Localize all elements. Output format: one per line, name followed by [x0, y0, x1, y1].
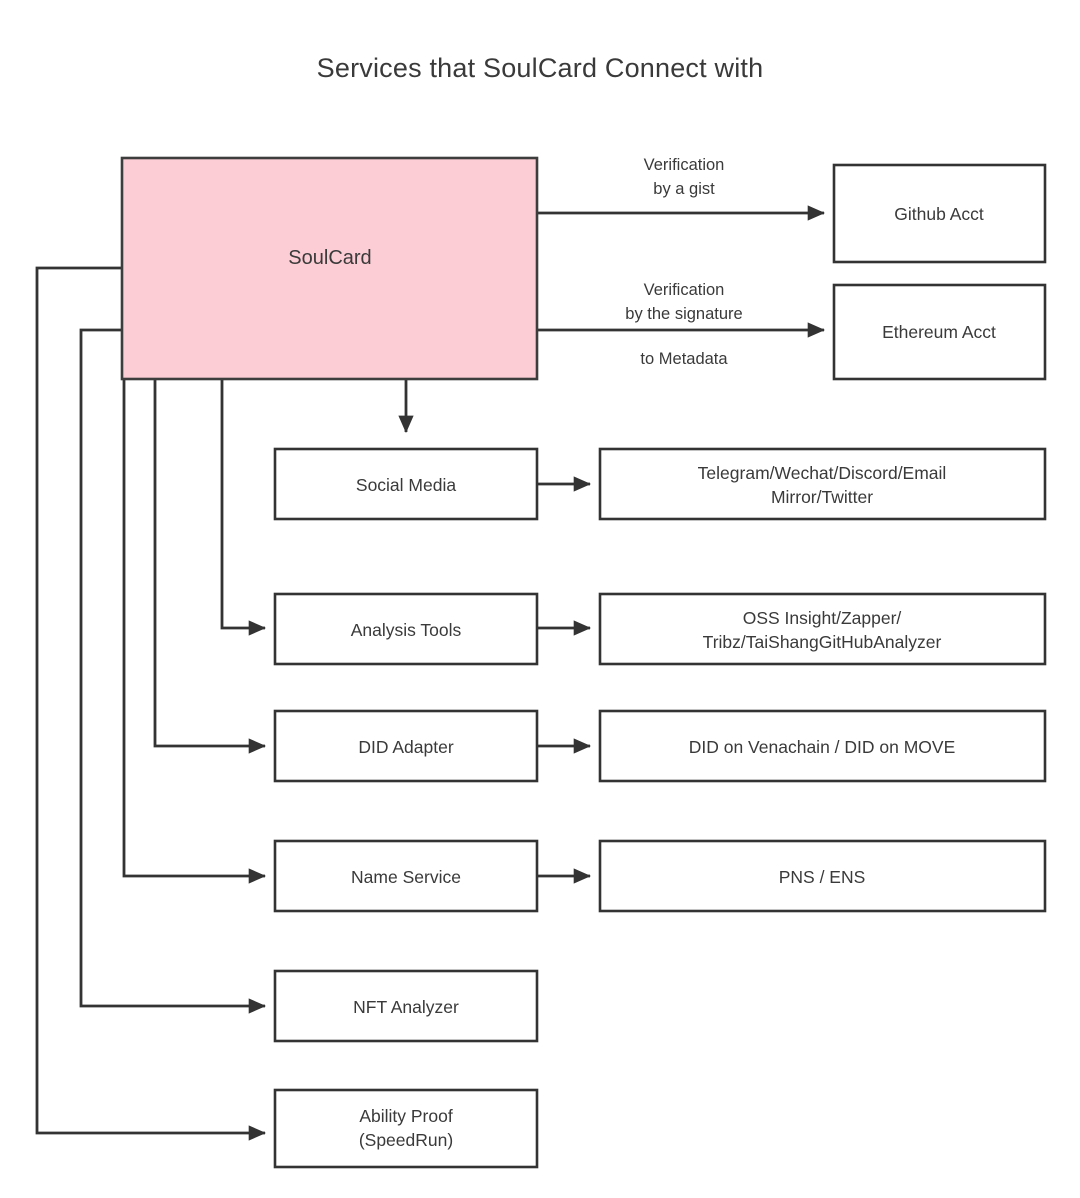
node-analysis-tools[interactable]: Analysis Tools — [273, 592, 539, 666]
soulcard-services-flowchart: Services that SoulCard Connect with Veri… — [35, 53, 1047, 1169]
node-analysis-tools-targets[interactable]: OSS Insight/Zapper/ Tribz/TaiShangGitHub… — [598, 592, 1047, 666]
node-analysis-tools-targets-line1: OSS Insight/Zapper/ — [743, 608, 902, 628]
node-ability-proof-line1: Ability Proof — [359, 1106, 453, 1126]
connector-soulcard-to-nft-analyzer — [79, 328, 267, 1014]
node-did-adapter[interactable]: DID Adapter — [273, 709, 539, 783]
connector-soulcard-to-did-adapter — [153, 379, 267, 754]
node-ability-proof[interactable]: Ability Proof (SpeedRun) — [273, 1088, 539, 1169]
connector-soulcard-to-ability-proof — [35, 266, 267, 1141]
node-social-media[interactable]: Social Media — [273, 447, 539, 521]
edge-label-github: Verification by a gist — [644, 156, 725, 198]
edge-label-ethereum-line2: by the signature — [625, 305, 742, 323]
diagram-canvas: Services that SoulCard Connect with Veri… — [0, 0, 1080, 1198]
node-did-adapter-targets-label: DID on Venachain / DID on MOVE — [689, 737, 956, 757]
node-social-media-targets-rect[interactable] — [598, 447, 1047, 521]
page-title: Services that SoulCard Connect with — [317, 53, 764, 83]
node-name-service[interactable]: Name Service — [273, 839, 539, 913]
node-did-adapter-label: DID Adapter — [358, 737, 453, 757]
edge-label-ethereum: Verification by the signature to Metadat… — [625, 281, 742, 368]
edge-label-ethereum-line1: Verification — [644, 281, 725, 299]
connector-soulcard-to-analysis-tools — [220, 379, 267, 636]
node-nft-analyzer[interactable]: NFT Analyzer — [273, 969, 539, 1043]
node-github-acct[interactable]: Github Acct — [832, 163, 1047, 264]
node-ethereum-acct-label: Ethereum Acct — [882, 322, 996, 342]
node-social-media-targets-line1: Telegram/Wechat/Discord/Email — [698, 463, 947, 483]
node-name-service-label: Name Service — [351, 867, 461, 887]
node-social-media-targets-line2: Mirror/Twitter — [771, 487, 873, 507]
node-analysis-tools-targets-rect[interactable] — [598, 592, 1047, 666]
node-did-adapter-targets[interactable]: DID on Venachain / DID on MOVE — [598, 709, 1047, 783]
node-ability-proof-line2: (SpeedRun) — [359, 1130, 453, 1150]
edge-label-ethereum-line3: to Metadata — [640, 350, 728, 368]
node-github-acct-label: Github Acct — [894, 204, 984, 224]
node-nft-analyzer-label: NFT Analyzer — [353, 997, 459, 1017]
edge-label-github-line1: Verification — [644, 156, 725, 174]
node-soulcard-label: SoulCard — [288, 247, 371, 269]
node-soulcard[interactable]: SoulCard — [120, 156, 539, 381]
node-name-service-targets[interactable]: PNS / ENS — [598, 839, 1047, 913]
node-name-service-targets-label: PNS / ENS — [779, 867, 866, 887]
node-ability-proof-rect[interactable] — [273, 1088, 539, 1169]
edge-label-github-line2: by a gist — [653, 180, 715, 198]
node-ethereum-acct[interactable]: Ethereum Acct — [832, 283, 1047, 381]
node-social-media-label: Social Media — [356, 475, 456, 495]
node-analysis-tools-label: Analysis Tools — [351, 620, 462, 640]
node-social-media-targets[interactable]: Telegram/Wechat/Discord/Email Mirror/Twi… — [598, 447, 1047, 521]
node-analysis-tools-targets-line2: Tribz/TaiShangGitHubAnalyzer — [703, 632, 942, 652]
